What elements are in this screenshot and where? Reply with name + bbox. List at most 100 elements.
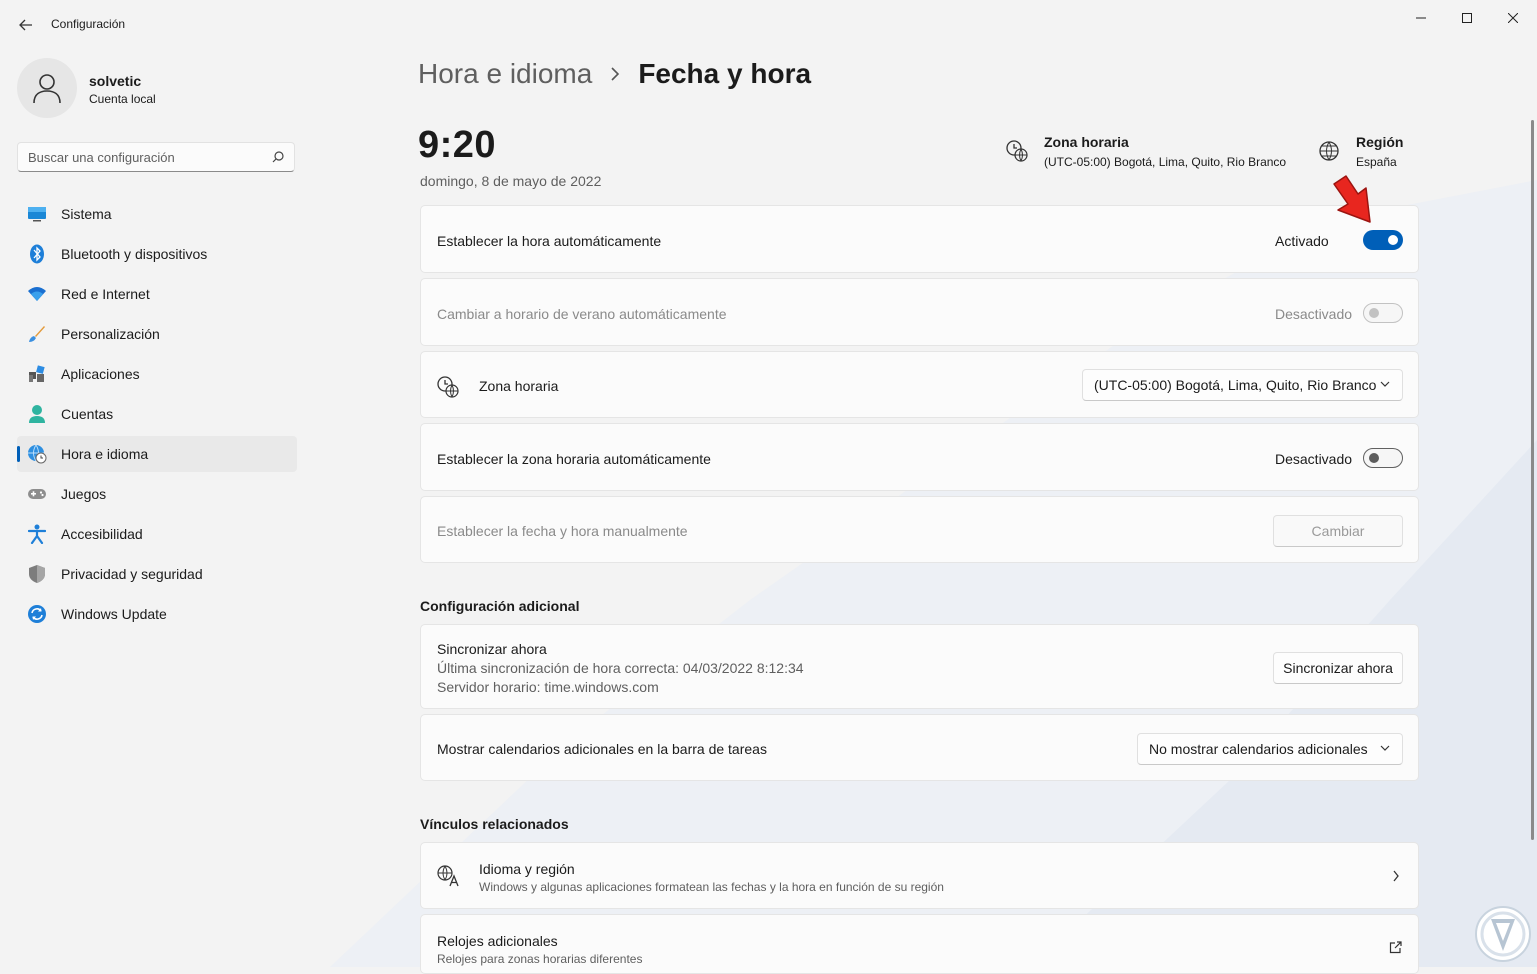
bluetooth-icon xyxy=(27,244,47,264)
breadcrumb-parent[interactable]: Hora e idioma xyxy=(418,58,592,90)
section-title-related: Vínculos relacionados xyxy=(420,816,569,832)
minimize-button[interactable] xyxy=(1398,4,1444,32)
sidebar-item-label: Juegos xyxy=(61,486,107,502)
sync-last-time: Última sincronización de hora correcta: … xyxy=(437,660,804,676)
profile-account-type: Cuenta local xyxy=(89,92,156,106)
setting-card-dst: Cambiar a horario de verano automáticame… xyxy=(420,278,1419,346)
chevron-down-icon xyxy=(1380,381,1390,387)
additional-clocks-subtitle: Relojes para zonas horarias diferentes xyxy=(437,952,643,966)
sidebar-item-aplicaciones[interactable]: Aplicaciones xyxy=(17,356,297,392)
language-region-subtitle: Windows y algunas aplicaciones formatean… xyxy=(479,880,944,894)
setting-card-manual: Establecer la fecha y hora manualmente C… xyxy=(420,496,1419,563)
dst-toggle[interactable] xyxy=(1363,303,1403,323)
header-timezone-title: Zona horaria xyxy=(1044,134,1129,150)
sync-server: Servidor horario: time.windows.com xyxy=(437,679,659,695)
language-region-title: Idioma y región xyxy=(479,861,575,877)
additional-clocks-title: Relojes adicionales xyxy=(437,933,558,949)
timezone-icon xyxy=(1006,140,1028,162)
sidebar-nav: Sistema Bluetooth y dispositivos Red e I… xyxy=(17,196,297,636)
sidebar-item-bluetooth[interactable]: Bluetooth y dispositivos xyxy=(17,236,297,272)
auto-time-toggle[interactable] xyxy=(1363,230,1403,250)
accessibility-icon xyxy=(27,524,47,544)
sidebar-item-accesibilidad[interactable]: Accesibilidad xyxy=(17,516,297,552)
page-title: Fecha y hora xyxy=(638,58,812,89)
sidebar-item-label: Personalización xyxy=(61,326,160,342)
update-icon xyxy=(27,604,47,624)
close-icon xyxy=(1508,13,1518,23)
related-link-additional-clocks[interactable]: Relojes adicionales Relojes para zonas h… xyxy=(420,914,1419,974)
person-icon xyxy=(27,404,47,424)
title-bar: Configuración xyxy=(0,0,1537,50)
back-arrow-icon xyxy=(19,19,32,31)
breadcrumb: Hora e idioma Fecha y hora xyxy=(418,58,811,90)
current-date: domingo, 8 de mayo de 2022 xyxy=(420,173,602,189)
sidebar-item-windows-update[interactable]: Windows Update xyxy=(17,596,297,632)
person-avatar-icon xyxy=(33,74,61,104)
sidebar-item-red[interactable]: Red e Internet xyxy=(17,276,297,312)
setting-card-timezone: Zona horaria (UTC-05:00) Bogotá, Lima, Q… xyxy=(420,351,1419,418)
sidebar-item-sistema[interactable]: Sistema xyxy=(17,196,297,232)
close-button[interactable] xyxy=(1490,4,1536,32)
timezone-dropdown-value: (UTC-05:00) Bogotá, Lima, Quito, Rio Bra… xyxy=(1094,377,1377,393)
setting-card-calendars: Mostrar calendarios adicionales en la ba… xyxy=(420,714,1419,781)
maximize-button[interactable] xyxy=(1444,4,1490,32)
sidebar-item-label: Windows Update xyxy=(61,606,167,622)
search-input[interactable] xyxy=(28,143,268,171)
dst-state: Desactivado xyxy=(1275,306,1353,322)
timezone-icon xyxy=(437,376,459,398)
setting-label-dst: Cambiar a horario de verano automáticame… xyxy=(437,306,727,322)
scrollbar[interactable] xyxy=(1531,120,1534,840)
chevron-right-icon xyxy=(1393,870,1399,882)
chevron-right-icon xyxy=(610,66,620,82)
header-region-value: España xyxy=(1356,155,1397,169)
header-region-title: Región xyxy=(1356,134,1404,150)
sidebar-item-privacidad[interactable]: Privacidad y seguridad xyxy=(17,556,297,592)
auto-timezone-toggle[interactable] xyxy=(1363,448,1403,468)
external-link-icon xyxy=(1389,941,1402,954)
watermark-logo xyxy=(1475,906,1531,962)
sidebar-item-label: Bluetooth y dispositivos xyxy=(61,246,208,262)
setting-label-auto-timezone: Establecer la zona horaria automáticamen… xyxy=(437,451,711,467)
timezone-dropdown[interactable]: (UTC-05:00) Bogotá, Lima, Quito, Rio Bra… xyxy=(1082,369,1403,401)
globe-clock-icon xyxy=(27,444,47,464)
calendars-dropdown[interactable]: No mostrar calendarios adicionales xyxy=(1137,733,1403,765)
change-datetime-button[interactable]: Cambiar xyxy=(1273,515,1403,547)
sidebar-item-juegos[interactable]: Juegos xyxy=(17,476,297,512)
sidebar-item-cuentas[interactable]: Cuentas xyxy=(17,396,297,432)
monitor-icon xyxy=(27,204,47,224)
apps-icon xyxy=(27,364,47,384)
sidebar-item-label: Privacidad y seguridad xyxy=(61,566,203,582)
auto-timezone-state: Desactivado xyxy=(1275,451,1353,467)
avatar[interactable] xyxy=(17,58,77,118)
shield-icon xyxy=(27,564,47,584)
profile-name: solvetic xyxy=(89,73,142,89)
maximize-icon xyxy=(1462,13,1472,23)
current-time: 9:20 xyxy=(418,124,497,166)
sidebar-item-label: Accesibilidad xyxy=(61,526,143,542)
setting-label-auto-time: Establecer la hora automáticamente xyxy=(437,233,662,249)
gamepad-icon xyxy=(27,484,47,504)
sidebar-item-label: Aplicaciones xyxy=(61,366,140,382)
auto-time-state: Activado xyxy=(1275,233,1329,249)
globe-icon xyxy=(1319,141,1339,161)
setting-card-auto-time: Establecer la hora automáticamente Activ… xyxy=(420,205,1419,273)
sync-title: Sincronizar ahora xyxy=(437,641,547,657)
calendars-dropdown-value: No mostrar calendarios adicionales xyxy=(1149,741,1368,757)
wifi-icon xyxy=(27,284,47,304)
sidebar-item-personalizacion[interactable]: Personalización xyxy=(17,316,297,352)
app-title: Configuración xyxy=(51,17,126,31)
language-icon xyxy=(437,865,459,887)
setting-label-timezone: Zona horaria xyxy=(479,378,559,394)
back-button[interactable] xyxy=(12,12,40,38)
header-timezone-value: (UTC-05:00) Bogotá, Lima, Quito, Rio Bra… xyxy=(1044,155,1287,169)
chevron-down-icon xyxy=(1380,745,1390,751)
search-box[interactable] xyxy=(17,142,295,172)
related-link-language-region[interactable]: Idioma y región Windows y algunas aplica… xyxy=(420,842,1419,909)
search-icon[interactable] xyxy=(272,151,284,163)
sidebar-item-hora-idioma[interactable]: Hora e idioma xyxy=(17,436,297,472)
minimize-icon xyxy=(1416,17,1426,19)
setting-card-sync: Sincronizar ahora Última sincronización … xyxy=(420,624,1419,709)
section-title-additional: Configuración adicional xyxy=(420,598,580,614)
sync-now-button[interactable]: Sincronizar ahora xyxy=(1273,652,1403,684)
sidebar-item-label: Red e Internet xyxy=(61,286,150,302)
